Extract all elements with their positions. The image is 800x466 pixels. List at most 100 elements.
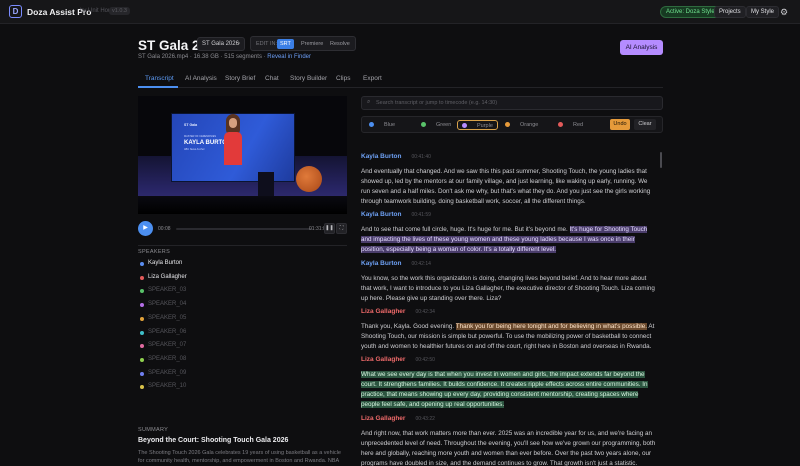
color-swatch-icon: [421, 121, 426, 127]
summary-body: The Shooting Touch 2026 Gala celebrates …: [138, 450, 341, 464]
speaker-name: Liza Gallagher: [148, 273, 187, 280]
summary-header: SUMMARY: [138, 427, 169, 433]
fullscreen-icon[interactable]: ⛶: [336, 223, 347, 234]
segment-speaker[interactable]: Liza Gallagher: [361, 308, 405, 315]
speaker-row[interactable]: SPEAKER_03: [138, 286, 347, 298]
play-icon[interactable]: ▶: [138, 221, 153, 236]
screen-brand: ST Gala: [184, 123, 198, 127]
segment-timestamp[interactable]: 00:42:50: [415, 357, 434, 363]
transcript-segment[interactable]: Kayla Burton 00:41:59 And to see that come…: [361, 203, 657, 255]
app-logo-icon: D: [9, 5, 22, 18]
transcript-segment[interactable]: Kayla Burton 00:42:14 You know, so the wor…: [361, 252, 657, 304]
transcript-segment[interactable]: Liza Gallagher 00:43:22 And right now, tha…: [361, 407, 657, 466]
speaker-color-dot: [140, 330, 144, 335]
search-icon: ⌕: [367, 99, 371, 105]
segment-header: Kayla Burton 00:41:59: [361, 203, 657, 221]
tab-story-builder[interactable]: Story Builder: [290, 75, 327, 82]
speaker-color-dot: [140, 371, 144, 376]
speaker-name: SPEAKER_09: [148, 369, 187, 376]
chevron-down-icon: ▾: [237, 41, 240, 47]
clear-button[interactable]: Clear: [634, 119, 656, 130]
projects-button[interactable]: Projects: [714, 6, 746, 18]
tab-chat[interactable]: Chat: [265, 75, 279, 82]
transcript-segment[interactable]: Liza Gallagher 00:42:34 Thank you, Kayla. …: [361, 300, 657, 352]
divider: [138, 245, 347, 246]
seek-bar[interactable]: [176, 228, 312, 230]
speaker-name: SPEAKER_04: [148, 301, 187, 308]
tab-export[interactable]: Export: [363, 75, 382, 82]
speaker-row[interactable]: SPEAKER_09: [138, 369, 347, 381]
segment-text[interactable]: And right now, that work matters more th…: [361, 429, 657, 466]
highlight-color-blue[interactable]: Blue: [369, 120, 395, 130]
tab-story-brief[interactable]: Story Brief: [225, 75, 255, 82]
tab-clips[interactable]: Clips: [336, 75, 350, 82]
speaker-row[interactable]: SPEAKER_05: [138, 314, 347, 326]
transcript-scrollbar[interactable]: [660, 152, 662, 168]
file-info: ST Gala 2026.mp4 · 16.38 GB · 515 segmen…: [138, 54, 311, 60]
gear-icon[interactable]: ⚙: [778, 6, 790, 18]
video-preview[interactable]: ST Gala MASTER OF CEREMONIES KAYLA BURTO…: [138, 96, 347, 214]
tab-transcript[interactable]: Transcript: [145, 75, 174, 82]
my-style-button[interactable]: My Style: [746, 6, 780, 18]
segment-speaker[interactable]: Liza Gallagher: [361, 415, 405, 422]
speaker-color-dot: [140, 344, 144, 349]
speaker-row[interactable]: Liza Gallagher: [138, 273, 347, 285]
segment-text-run: And to see that come full circle, huge. …: [361, 226, 570, 233]
segment-timestamp[interactable]: 00:42:34: [415, 309, 434, 315]
speaker-row[interactable]: SPEAKER_06: [138, 328, 347, 340]
highlighted-text: What we see every day is that when you i…: [361, 371, 648, 408]
segment-header: Liza Gallagher 00:42:34: [361, 300, 657, 318]
search-input[interactable]: Search transcript or jump to timecode (e…: [376, 100, 497, 106]
color-swatch-icon: [462, 122, 467, 128]
edit-option-resolve[interactable]: Resolve: [327, 39, 353, 49]
segment-speaker[interactable]: Liza Gallagher: [361, 356, 405, 363]
segment-header: Kayla Burton 00:41:40: [361, 145, 657, 163]
segment-text-run: And right now, that work matters more th…: [361, 430, 656, 466]
edit-option-premiere[interactable]: Premiere: [298, 39, 326, 49]
segment-timestamp[interactable]: 00:43:22: [415, 416, 434, 422]
speaker-name: SPEAKER_03: [148, 287, 187, 294]
undo-button[interactable]: Undo: [610, 119, 630, 130]
speaker-name: SPEAKER_10: [148, 383, 187, 390]
speaker-row[interactable]: SPEAKER_07: [138, 341, 347, 353]
top-bar: D Doza Assist Pro by Unit House v1.0.3 A…: [0, 0, 800, 24]
segment-text[interactable]: And to see that come full circle, huge. …: [361, 225, 657, 255]
segment-text[interactable]: What we see every day is that when you i…: [361, 370, 657, 410]
speaker-color-dot: [140, 385, 144, 390]
speakers-header: SPEAKERS: [138, 249, 171, 255]
screen-caption: MASTER OF CEREMONIES: [184, 135, 217, 138]
highlight-color-red[interactable]: Red: [558, 120, 583, 130]
project-select[interactable]: ST Gala 2026 ▾: [197, 37, 245, 51]
video-player-controls: ▶ 00:08 01:31:02 ❚❚ ⛶: [138, 221, 347, 237]
highlight-color-label: Blue: [384, 122, 396, 128]
speaker-row[interactable]: Kayla Burton: [138, 259, 347, 271]
pause-icon[interactable]: ❚❚: [324, 223, 335, 234]
current-time: 00:08: [158, 226, 171, 232]
segment-timestamp[interactable]: 00:41:40: [411, 154, 430, 160]
highlight-color-purple[interactable]: Purple: [457, 120, 498, 130]
edit-option-srt[interactable]: SRT: [277, 39, 294, 49]
segment-text[interactable]: And eventually that changed. And we saw …: [361, 167, 657, 207]
reveal-in-finder-link[interactable]: Reveal in Finder: [267, 54, 311, 60]
speaker-color-dot: [140, 262, 144, 266]
basketball-prop: [296, 166, 322, 192]
active-style-badge[interactable]: Active: Doza Style: [660, 6, 721, 18]
segment-speaker[interactable]: Kayla Burton: [361, 153, 401, 160]
highlight-color-orange[interactable]: Orange: [505, 120, 538, 130]
transcript-segment[interactable]: Kayla Burton 00:41:40 And eventually that …: [361, 145, 657, 207]
tab-ai-analysis[interactable]: AI Analysis: [185, 75, 217, 82]
screen-speaker-role: ABC News Anchor: [184, 148, 205, 151]
segment-timestamp[interactable]: 00:42:14: [411, 261, 430, 267]
file-info-text: ST Gala 2026.mp4 · 16.38 GB · 515 segmen…: [138, 54, 268, 60]
transcript-segment[interactable]: Liza Gallagher 00:42:50 What we see every …: [361, 348, 657, 410]
speaker-row[interactable]: SPEAKER_10: [138, 382, 347, 394]
speaker-color-dot: [140, 303, 144, 308]
segment-speaker[interactable]: Kayla Burton: [361, 260, 401, 267]
speaker-row[interactable]: SPEAKER_08: [138, 355, 347, 367]
speaker-row[interactable]: SPEAKER_04: [138, 300, 347, 312]
edit-in-label: EDIT IN:: [256, 41, 277, 47]
highlight-color-green[interactable]: Green: [421, 120, 451, 130]
segment-timestamp[interactable]: 00:41:59: [411, 212, 430, 218]
segment-speaker[interactable]: Kayla Burton: [361, 211, 401, 218]
ai-analysis-button[interactable]: AI Analysis: [620, 40, 663, 55]
